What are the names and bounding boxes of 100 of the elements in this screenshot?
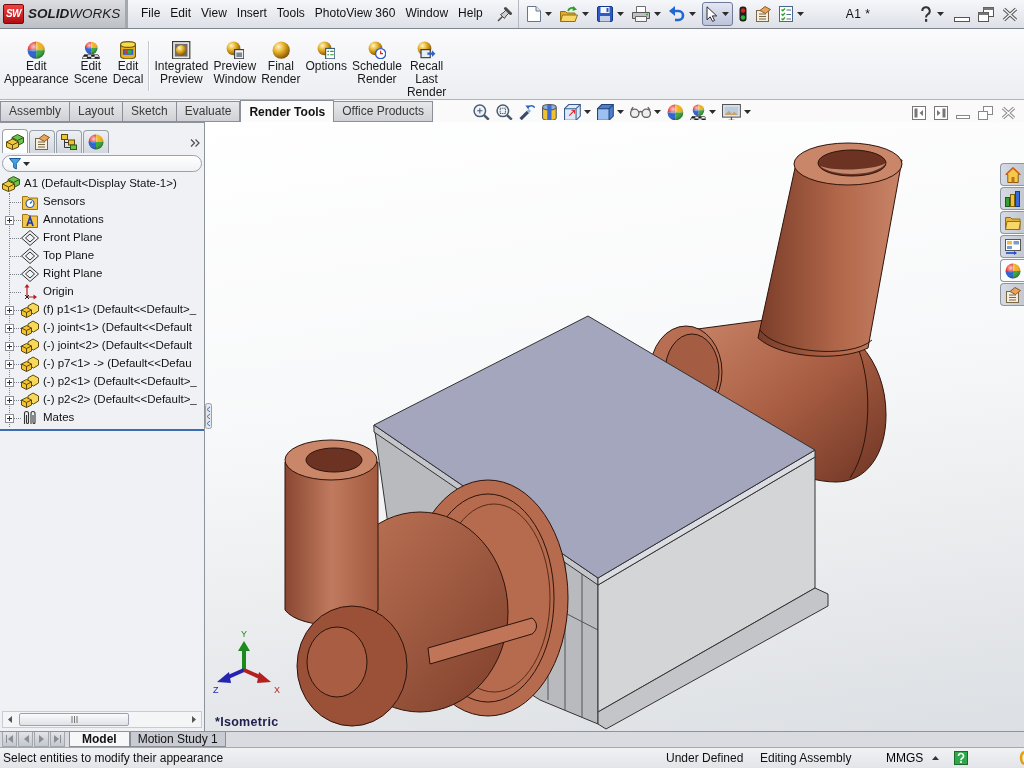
caret-icon[interactable] <box>544 12 552 16</box>
menu-item[interactable]: Tools <box>271 4 310 24</box>
tree-item-label[interactable]: Origin <box>42 285 75 299</box>
final-render-button[interactable]: Final Render <box>259 41 303 100</box>
menu-item[interactable]: View <box>196 4 232 24</box>
tree-item-label[interactable]: (-) p7<1> -> (Default<<Defau <box>42 357 193 371</box>
tree-item-label[interactable]: A1 (Default<Display State-1>) <box>23 177 178 191</box>
expand-toggle-icon[interactable] <box>5 305 14 315</box>
caret-icon[interactable] <box>653 110 661 114</box>
horizontal-scrollbar[interactable] <box>2 711 202 728</box>
menu-item[interactable]: Help <box>453 4 488 24</box>
menu-item[interactable]: PhotoView 360 <box>309 4 401 24</box>
panel-tab[interactable] <box>83 130 109 153</box>
filter-field[interactable] <box>2 155 202 172</box>
wireframe-cube-icon[interactable] <box>564 103 582 121</box>
caret-icon[interactable] <box>653 12 661 16</box>
menu-item[interactable]: Insert <box>231 4 272 24</box>
pushpin-icon[interactable] <box>496 6 513 22</box>
double-chevron-icon[interactable] <box>190 139 200 147</box>
preview-window-button[interactable]: Preview Window <box>211 41 259 100</box>
magnifier-icon[interactable] <box>473 103 490 121</box>
tree-item-label[interactable]: Sensors <box>42 195 87 209</box>
caret-icon[interactable] <box>616 12 624 16</box>
right-arrow-icon[interactable] <box>192 716 196 723</box>
caret-icon[interactable] <box>937 12 944 16</box>
command-tab[interactable]: Assembly <box>0 101 70 122</box>
task-pane-tab[interactable] <box>1000 235 1024 258</box>
panel-tab[interactable] <box>56 130 82 153</box>
edit-scene-button[interactable]: Edit Scene <box>71 41 110 87</box>
expand-toggle-icon[interactable] <box>5 395 14 405</box>
schedule-render-button[interactable]: Schedule Render <box>349 41 404 100</box>
close-button[interactable] <box>1002 6 1018 22</box>
options-button[interactable]: Options <box>303 41 349 100</box>
task-pane-tab[interactable] <box>1000 211 1024 234</box>
tree-item-label[interactable]: Right Plane <box>42 267 104 281</box>
wand-arrow-icon[interactable] <box>518 103 536 121</box>
minimize-button[interactable] <box>954 17 970 22</box>
close-icon[interactable] <box>1001 105 1016 120</box>
help-button[interactable] <box>919 6 946 22</box>
sphere-on-checkered-floor-icon[interactable] <box>689 103 707 121</box>
tree-item-label[interactable]: (-) joint<1> (Default<<Default <box>42 321 193 335</box>
previous-tab-button[interactable] <box>18 732 33 747</box>
command-tab[interactable]: Render Tools <box>240 100 335 123</box>
caret-icon[interactable] <box>796 12 804 16</box>
tree-item-label[interactable]: (-) p2<2> (Default<<Default>_ <box>42 393 198 407</box>
units-selector[interactable]: MMGS <box>886 750 950 766</box>
tile-left-icon[interactable] <box>912 105 926 120</box>
menu-item[interactable]: File <box>136 4 166 24</box>
caret-icon[interactable] <box>584 110 592 114</box>
next-tab-button[interactable] <box>34 732 49 747</box>
caret-icon[interactable] <box>581 12 589 16</box>
scrollbar-thumb[interactable] <box>19 713 129 726</box>
caret-icon[interactable] <box>721 12 729 16</box>
last-tab-button[interactable] <box>50 732 65 747</box>
tree-item-label[interactable]: (f) p1<1> (Default<<Default>_ <box>42 303 198 317</box>
tree-item-label[interactable]: Annotations <box>42 213 105 227</box>
tree-item-label[interactable]: (-) p2<1> (Default<<Default>_ <box>42 375 198 389</box>
command-tab[interactable]: Sketch <box>123 101 177 122</box>
task-pane-tab[interactable] <box>1000 163 1024 186</box>
collapse-arrows-icon[interactable] <box>205 403 212 429</box>
sectioned-cylinder-icon[interactable] <box>541 103 559 121</box>
expand-toggle-icon[interactable] <box>5 215 14 225</box>
monitor-picture-icon[interactable] <box>722 103 742 121</box>
panel-tab[interactable] <box>2 129 28 153</box>
left-arrow-icon[interactable] <box>8 716 12 723</box>
integrated-preview-button[interactable]: Integrated Preview <box>152 41 211 100</box>
first-tab-button[interactable] <box>2 732 17 747</box>
caret-icon[interactable] <box>709 110 717 114</box>
task-pane-tab[interactable] <box>1000 283 1024 306</box>
help-square-icon[interactable] <box>954 751 968 765</box>
select-button[interactable] <box>701 2 733 26</box>
appearance-sphere-icon[interactable] <box>666 103 684 121</box>
glasses-icon[interactable] <box>629 105 651 119</box>
edit-decal-button[interactable]: Edit Decal <box>110 41 146 87</box>
shaded-cube-icon[interactable] <box>597 103 614 121</box>
menu-item[interactable]: Edit <box>165 4 197 24</box>
document-tab[interactable]: Motion Study 1 <box>129 732 226 747</box>
tree-item-label[interactable]: (-) joint<2> (Default<<Default <box>42 339 193 353</box>
caret-icon[interactable] <box>688 12 696 16</box>
menu-item[interactable]: Window <box>400 4 454 24</box>
edit-appearance-button[interactable]: Edit Appearance <box>2 41 71 87</box>
expand-toggle-icon[interactable] <box>5 377 14 387</box>
caret-icon[interactable] <box>616 110 624 114</box>
panel-tab[interactable] <box>29 130 55 153</box>
task-pane-tab[interactable] <box>1000 187 1024 210</box>
caret-icon[interactable] <box>744 110 752 114</box>
tree-item-label[interactable]: Mates <box>42 411 76 425</box>
expand-toggle-icon[interactable] <box>5 413 14 423</box>
tree-item-label[interactable]: Front Plane <box>42 231 104 245</box>
expand-toggle-icon[interactable] <box>5 359 14 369</box>
expand-toggle-icon[interactable] <box>5 341 14 351</box>
expand-toggle-icon[interactable] <box>5 323 14 333</box>
recall-last-render-button[interactable]: Recall Last Render <box>404 41 449 100</box>
command-tab[interactable]: Evaluate <box>176 101 241 122</box>
task-pane-tab[interactable] <box>1000 259 1024 282</box>
magnifier-icon[interactable] <box>495 103 513 121</box>
tree-item-label[interactable]: Top Plane <box>42 249 96 263</box>
document-tab[interactable]: Model <box>69 732 130 747</box>
command-tab[interactable]: Office Products <box>334 101 434 122</box>
tile-right-icon[interactable] <box>934 105 948 120</box>
